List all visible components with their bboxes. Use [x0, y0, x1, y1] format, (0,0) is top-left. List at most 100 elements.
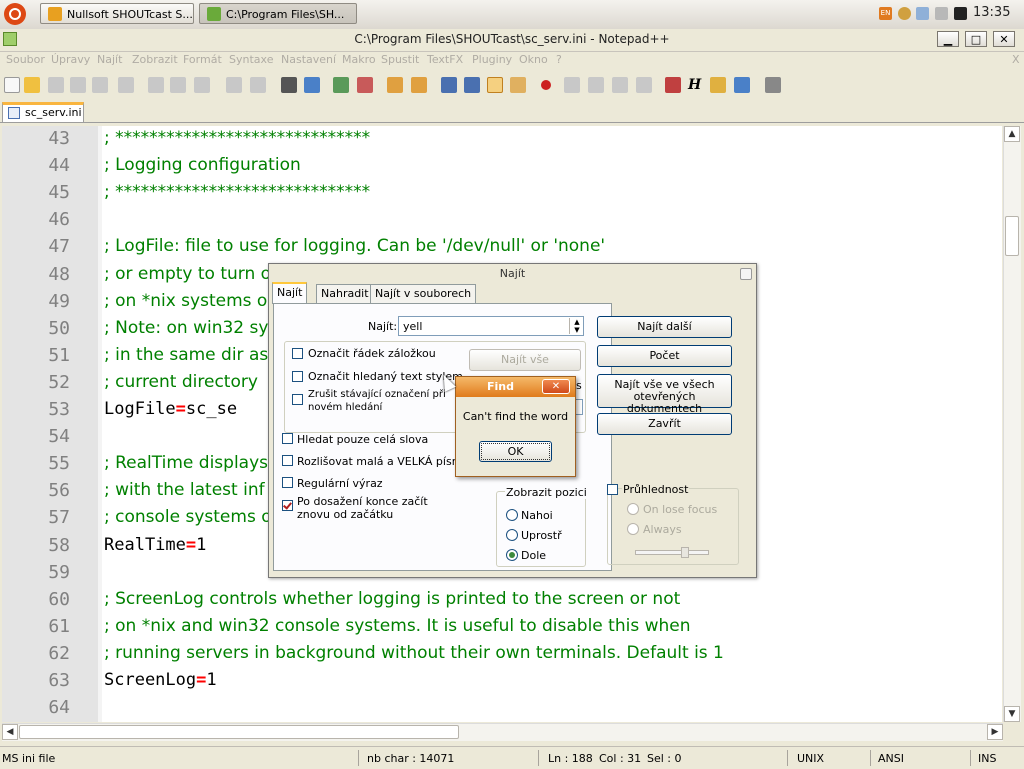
clock[interactable]: 13:35	[973, 5, 1010, 20]
code-line[interactable]: ; RealTime displays	[104, 453, 268, 473]
spellcheck-icon[interactable]	[734, 77, 750, 93]
regex-checkbox[interactable]	[282, 477, 293, 488]
menu-najit[interactable]: Najít	[97, 53, 122, 66]
mark-line-checkbox[interactable]	[292, 348, 303, 359]
menu-pluginy[interactable]: Pluginy	[472, 53, 512, 66]
code-line[interactable]: ; ******************************	[104, 182, 370, 202]
transparency-slider-thumb[interactable]	[681, 547, 689, 558]
code-line[interactable]: ; on *nix and win32 console systems. It …	[104, 616, 691, 636]
menu-nastaveni[interactable]: Nastavení	[281, 53, 336, 66]
clear-marks-checkbox[interactable]	[292, 394, 303, 405]
code-line[interactable]: ; LogFile: file to use for logging. Can …	[104, 236, 605, 256]
copy-icon[interactable]	[170, 77, 186, 93]
code-line[interactable]: ; ScreenLog controls whether logging is …	[104, 589, 680, 609]
code-line[interactable]: ; Logging configuration	[104, 155, 301, 175]
keyboard-layout-indicator[interactable]: EN	[879, 7, 892, 20]
menu-close-document[interactable]: X	[1012, 53, 1020, 66]
new-file-icon[interactable]	[4, 77, 20, 93]
vertical-scrollbar[interactable]: ▲ ▼	[1003, 126, 1021, 722]
network-icon[interactable]	[916, 7, 929, 20]
dialog-close-icon[interactable]	[740, 268, 752, 280]
tab-nahradit[interactable]: Nahradit	[316, 284, 374, 303]
minimize-button[interactable]: ▁	[937, 31, 959, 47]
code-line[interactable]: ; with the latest inf	[104, 480, 265, 500]
save-icon[interactable]	[48, 77, 64, 93]
mail-icon[interactable]	[935, 7, 948, 20]
code-line[interactable]: ; in the same dir as	[104, 345, 268, 365]
whole-word-checkbox[interactable]	[282, 433, 293, 444]
tab-najit-v-souborech[interactable]: Najít v souborech	[370, 284, 477, 303]
stop-macro-icon[interactable]	[564, 77, 580, 93]
horizontal-scrollbar[interactable]: ◀ ▶	[2, 723, 1003, 741]
direction-down-radio[interactable]	[506, 549, 518, 561]
tab-najit[interactable]: Najít	[272, 282, 308, 304]
find-input[interactable]: yell ▲ ▼	[398, 316, 584, 336]
plugin-a-icon[interactable]	[665, 77, 681, 93]
code-line[interactable]: ; current directory	[104, 372, 258, 392]
user-lang-icon[interactable]	[510, 77, 526, 93]
menu-zobrazit[interactable]: Zobrazit	[132, 53, 178, 66]
transparency-checkbox[interactable]	[607, 484, 618, 495]
play-macro-icon[interactable]	[588, 77, 604, 93]
dropdown-arrow-icon[interactable]: ▲ ▼	[569, 318, 584, 334]
redo-icon[interactable]	[250, 77, 266, 93]
find-all-in-open-docs-button[interactable]: Najít vše ve všech otevřených dokumentec…	[597, 374, 732, 415]
maximize-button[interactable]: □	[965, 31, 987, 47]
count-button[interactable]: Počet	[597, 345, 732, 367]
match-case-checkbox[interactable]	[282, 455, 293, 466]
weather-icon[interactable]	[898, 7, 911, 20]
direction-middle-radio[interactable]	[506, 529, 518, 541]
scroll-up-arrow-icon[interactable]: ▲	[1004, 126, 1020, 142]
menu-makro[interactable]: Makro	[342, 53, 376, 66]
menu-soubor[interactable]: Soubor	[6, 53, 45, 66]
code-line[interactable]: LogFile=sc_se	[104, 399, 237, 419]
scroll-down-arrow-icon[interactable]: ▼	[1004, 706, 1020, 722]
close-find-button[interactable]: Zavřít	[597, 413, 732, 435]
direction-up-radio[interactable]	[506, 509, 518, 521]
word-wrap-icon[interactable]	[441, 77, 457, 93]
vertical-scroll-thumb[interactable]	[1005, 216, 1019, 256]
show-all-chars-icon[interactable]	[464, 77, 480, 93]
save-macro-icon[interactable]	[636, 77, 652, 93]
ok-button[interactable]: OK	[479, 441, 552, 462]
undo-icon[interactable]	[226, 77, 242, 93]
find-next-button[interactable]: Najít další	[597, 316, 732, 338]
menu-upravy[interactable]: Úpravy	[51, 53, 90, 66]
wrap-around-checkbox[interactable]	[282, 500, 293, 511]
paste-icon[interactable]	[194, 77, 210, 93]
menu-textfx[interactable]: TextFX	[427, 53, 463, 66]
taskbar-item-notepadpp[interactable]: C:\Program Files\SH...	[199, 3, 357, 24]
mark-style-checkbox[interactable]	[292, 371, 303, 382]
transparency-slider[interactable]	[635, 550, 709, 555]
run-macro-icon[interactable]	[612, 77, 628, 93]
close-file-icon[interactable]	[92, 77, 108, 93]
print-icon[interactable]	[765, 77, 781, 93]
cut-icon[interactable]	[148, 77, 164, 93]
scroll-right-arrow-icon[interactable]: ▶	[987, 724, 1003, 740]
zoom-out-icon[interactable]	[357, 77, 373, 93]
taskbar-item-shoutcast[interactable]: Nullsoft SHOUTcast S...	[40, 3, 194, 24]
sync-vertical-icon[interactable]	[387, 77, 403, 93]
close-button[interactable]: ✕	[993, 31, 1015, 47]
open-file-icon[interactable]	[24, 77, 40, 93]
horizontal-scroll-thumb[interactable]	[19, 725, 459, 739]
menu-syntaxe[interactable]: Syntaxe	[229, 53, 273, 66]
code-line[interactable]: ; ******************************	[104, 128, 370, 148]
menu-format[interactable]: Formát	[183, 53, 222, 66]
code-line[interactable]: ; console systems o	[104, 507, 272, 527]
on-lose-focus-radio[interactable]	[627, 503, 639, 515]
code-line[interactable]: ; running servers in background without …	[104, 643, 724, 663]
html-tag-icon[interactable]: H	[688, 77, 704, 93]
replace-icon[interactable]	[304, 77, 320, 93]
ubuntu-logo-icon[interactable]	[4, 3, 26, 25]
menu-spustit[interactable]: Spustit	[381, 53, 419, 66]
always-radio[interactable]	[627, 523, 639, 535]
code-line[interactable]: ; on *nix systems o	[104, 291, 267, 311]
find-all-button[interactable]: Najít vše	[469, 349, 581, 371]
scroll-left-arrow-icon[interactable]: ◀	[2, 724, 18, 740]
code-line[interactable]: ; Note: on win32 sy	[104, 318, 268, 338]
find-message-close-button[interactable]: ✕	[542, 379, 570, 394]
battery-icon[interactable]	[954, 7, 967, 20]
zoom-in-icon[interactable]	[333, 77, 349, 93]
menu-okno[interactable]: Okno	[519, 53, 548, 66]
